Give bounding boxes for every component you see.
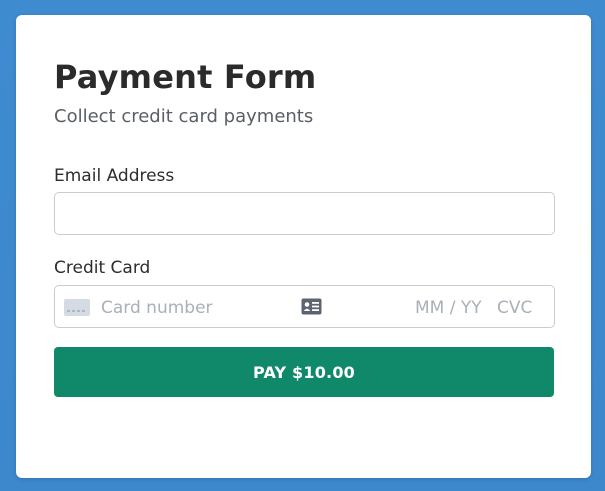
card-cvc-placeholder[interactable]: CVC xyxy=(497,298,532,318)
email-label: Email Address xyxy=(54,166,175,186)
email-field-wrapper xyxy=(54,192,555,235)
email-field[interactable] xyxy=(55,193,554,234)
page-title: Payment Form xyxy=(54,58,317,96)
contact-card-icon[interactable] xyxy=(301,298,322,315)
card-number-placeholder[interactable]: Card number xyxy=(101,298,213,318)
card-expiry-placeholder[interactable]: MM / YY xyxy=(415,298,482,318)
credit-card-icon xyxy=(64,299,90,316)
page-subtitle: Collect credit card payments xyxy=(54,106,314,127)
credit-card-label: Credit Card xyxy=(54,258,151,278)
payment-form-card: Payment Form Collect credit card payment… xyxy=(16,15,591,478)
pay-button[interactable]: PAY $10.00 xyxy=(54,347,554,397)
credit-card-field[interactable]: Card number MM / YY CVC xyxy=(54,285,555,328)
